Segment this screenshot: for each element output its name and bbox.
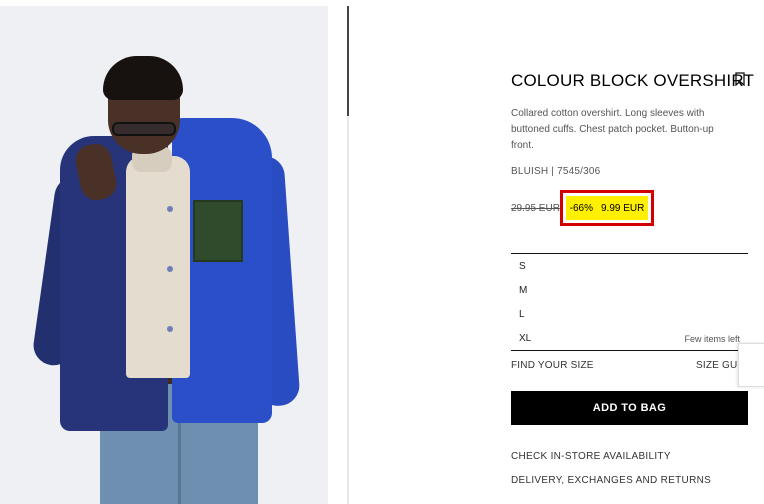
product-image[interactable] [0, 6, 328, 504]
size-option-s[interactable]: S [519, 261, 526, 272]
sale-price-highlight: -66% 9.99 EUR [560, 190, 654, 226]
size-option-xl[interactable]: XL [519, 333, 531, 344]
size-option-m[interactable]: M [519, 285, 527, 296]
sweater-graphic [126, 156, 190, 378]
product-title: COLOUR BLOCK OVERSHIRT [511, 71, 755, 90]
model-hair [103, 56, 183, 100]
check-in-store-link[interactable]: CHECK IN-STORE AVAILABILITY [511, 451, 671, 462]
product-description: Collared cotton overshirt. Long sleeves … [511, 108, 714, 151]
sale-price-badge: -66% 9.99 EUR [566, 196, 648, 220]
add-to-bag-button[interactable]: ADD TO BAG [511, 391, 748, 425]
size-guide-link[interactable]: SIZE GUIDE [696, 360, 740, 371]
sunglasses-graphic [112, 122, 176, 136]
size-selector: S M L XL Few items left [511, 253, 748, 351]
current-price: 9.99 EUR [601, 202, 645, 214]
shirt-button [167, 206, 173, 212]
original-price: 29.95 EUR [511, 203, 560, 214]
chest-pocket-graphic [193, 200, 243, 262]
shirt-button [167, 266, 173, 272]
bookmark-icon[interactable] [735, 72, 745, 87]
stock-note: Few items left [684, 334, 740, 344]
delivery-returns-link[interactable]: DELIVERY, EXCHANGES AND RETURNS [511, 475, 711, 486]
size-option-l[interactable]: L [519, 309, 525, 320]
find-your-size-link[interactable]: FIND YOUR SIZE [511, 360, 594, 371]
color-reference: BLUISH | 7545/306 [511, 166, 601, 177]
discount-percent: -66% [569, 202, 593, 214]
shirt-button [167, 326, 173, 332]
image-scroll-thumb[interactable] [347, 6, 349, 116]
side-panel-tab[interactable] [738, 343, 764, 387]
